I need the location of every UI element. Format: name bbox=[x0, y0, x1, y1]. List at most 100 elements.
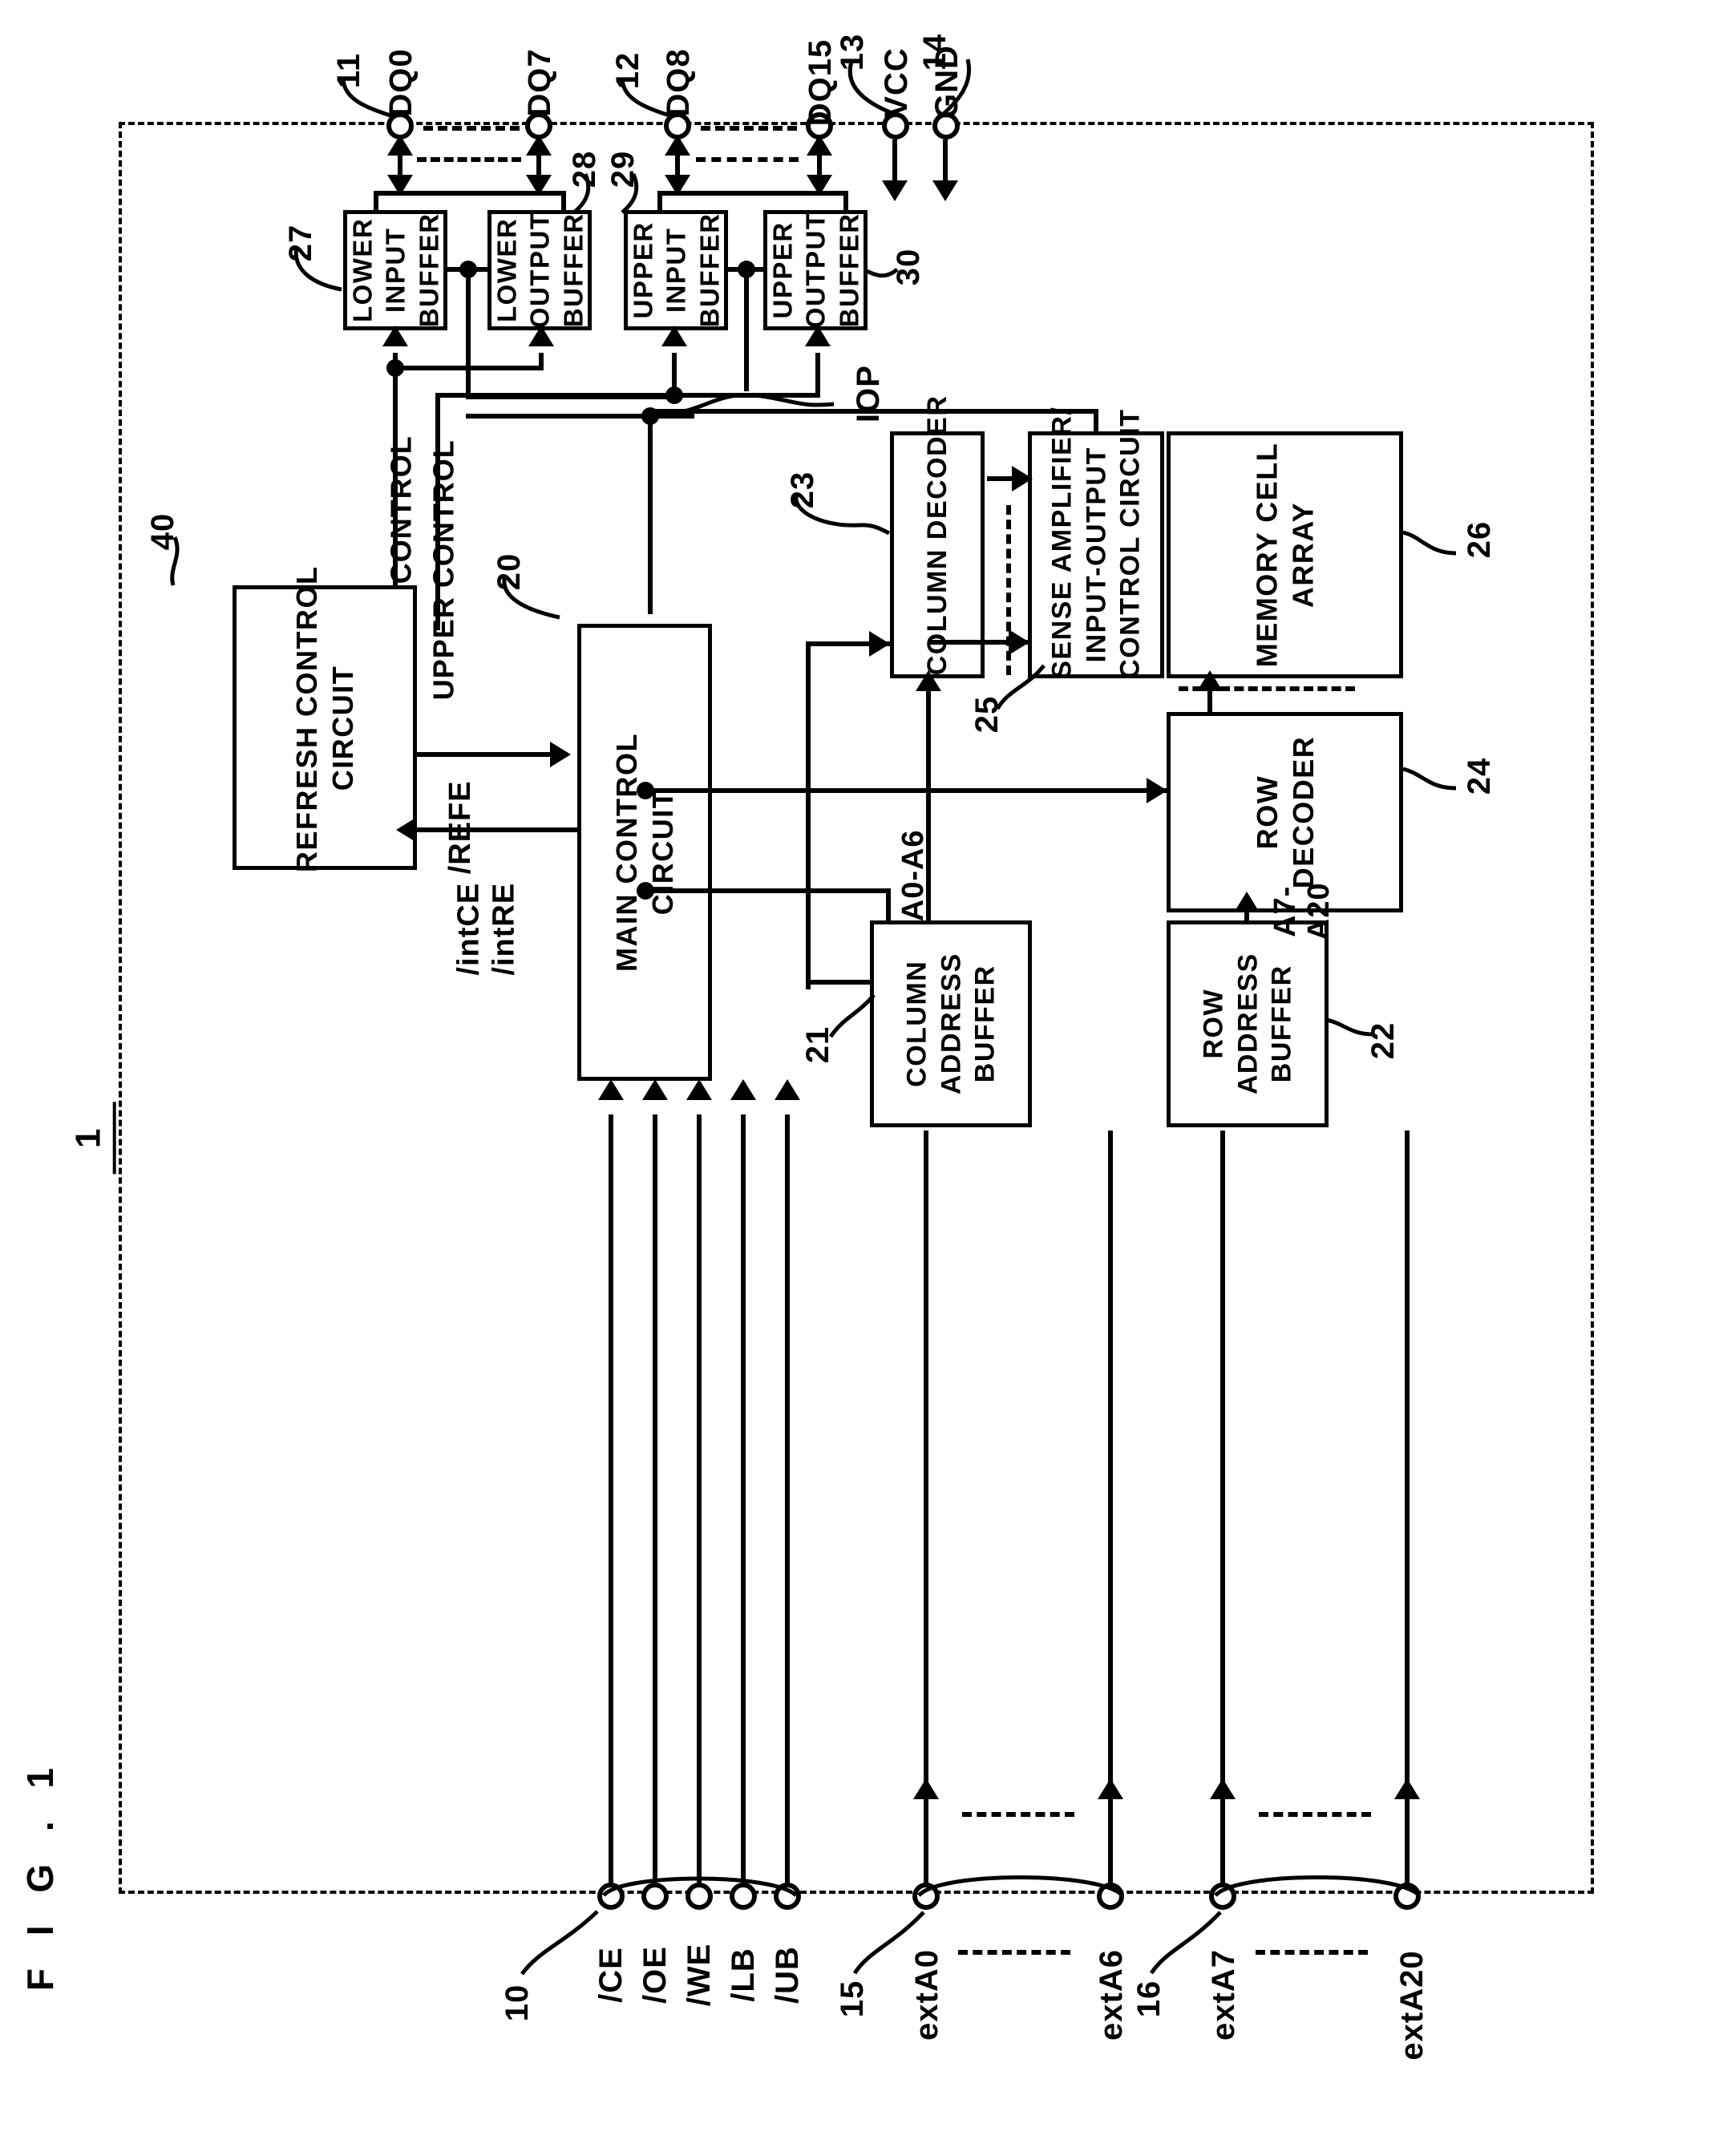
figure-title: F I G . 1 bbox=[19, 1756, 61, 1992]
row-addr-wires-ellipsis bbox=[1259, 1812, 1371, 1817]
block-sense-amplifier[interactable]: SENSE AMPLIFIER/ INPUT-OUTPUT CONTROL CI… bbox=[1028, 406, 1164, 679]
pin-oe-wire bbox=[653, 1114, 657, 1883]
control-pins-ref: 10 bbox=[500, 1984, 535, 2022]
pin-exta6-wire bbox=[1108, 1799, 1113, 1887]
block-column-address-buffer-label: COLUMN ADDRESS BUFFER bbox=[901, 953, 1001, 1095]
col-addr-bus-arc bbox=[917, 1875, 1124, 1897]
row-addr-bus-arc bbox=[1214, 1875, 1421, 1897]
iop-bus-to-sa-h bbox=[648, 409, 1097, 414]
coldec-to-sa-arrow bbox=[1012, 466, 1033, 491]
block-row-decoder-ref: 24 bbox=[1462, 757, 1497, 795]
iop-down bbox=[648, 414, 653, 614]
coladdr-pin6-wire bbox=[1108, 1131, 1113, 1801]
coldec-input-arrow bbox=[869, 631, 890, 657]
upper-dq-bus bbox=[657, 191, 848, 196]
block-column-address-buffer[interactable]: COLUMN ADDRESS BUFFER bbox=[870, 920, 1032, 1127]
leader-29 bbox=[621, 173, 639, 214]
pin-ub-wire bbox=[785, 1114, 790, 1883]
lower-dq-bus bbox=[374, 191, 566, 196]
dq7-arrow-up bbox=[526, 135, 552, 156]
block-upper-input-buffer[interactable]: UPPER INPUT BUFFER bbox=[624, 210, 728, 330]
leader-12 bbox=[620, 77, 673, 119]
leader-11 bbox=[341, 77, 394, 119]
leader-15 bbox=[852, 1911, 925, 1975]
leader-26 bbox=[1402, 530, 1457, 556]
pin-we-arrow bbox=[686, 1079, 712, 1100]
pin-dq7-label: DQ7 bbox=[522, 48, 557, 117]
block-refresh-control-circuit[interactable]: REFRESH CONTROL CIRCUIT bbox=[233, 565, 417, 872]
dq-lower-ellipsis-top bbox=[423, 126, 520, 131]
leader-40 bbox=[170, 536, 180, 586]
pin-oe-label: /OE bbox=[637, 1946, 673, 2004]
control-bus-arc bbox=[602, 1876, 798, 1897]
block-main-control-circuit[interactable]: MAIN CONTROL CIRCUIT bbox=[577, 624, 712, 1081]
refe-arrow bbox=[550, 742, 571, 767]
pin-ub-arrow bbox=[775, 1079, 800, 1100]
block-main-control-circuit-label: MAIN CONTROL CIRCUIT bbox=[610, 733, 679, 972]
coladdr-out-wire bbox=[926, 914, 931, 922]
dq-lower-ellipsis-mid bbox=[417, 157, 521, 162]
leader-14 bbox=[942, 59, 971, 115]
gnd-arrow bbox=[932, 180, 958, 201]
dq-upper-ellipsis-mid bbox=[696, 157, 799, 162]
refe-wire bbox=[417, 752, 553, 757]
block-upper-input-buffer-label: UPPER INPUT BUFFER bbox=[628, 212, 724, 328]
leader-16 bbox=[1149, 1911, 1222, 1975]
pin-lb-label: /LB bbox=[726, 1948, 761, 2002]
pin-exta0-wire bbox=[924, 1799, 928, 1887]
leader-24 bbox=[1402, 767, 1457, 791]
dq15-arrow-up bbox=[807, 135, 832, 156]
intce-arrow bbox=[396, 817, 417, 843]
signal-upper-control: UPPER CONTROL bbox=[427, 439, 460, 701]
dq0-arrow-up bbox=[387, 135, 413, 156]
leader-25 bbox=[995, 664, 1046, 710]
upper-out-ctrl-arrow bbox=[805, 326, 831, 346]
leader-28 bbox=[572, 173, 591, 214]
sa-input-arrow bbox=[1009, 629, 1029, 655]
pin-lb-arrow bbox=[730, 1079, 756, 1100]
gnd-wire bbox=[943, 140, 948, 184]
lower-io-down bbox=[466, 267, 471, 399]
block-refresh-control-circuit-label: REFRESH CONTROL CIRCUIT bbox=[290, 565, 359, 872]
block-lower-input-buffer[interactable]: LOWER INPUT BUFFER bbox=[343, 210, 447, 330]
pin-exta7-wire bbox=[1220, 1799, 1225, 1887]
figure-canvas: F I G . 1 1 DQ0 11 DQ7 DQ8 12 DQ15 VCC 1… bbox=[0, 0, 1719, 2156]
block-memory-cell-array-label: MEMORY CELL ARRAY bbox=[1250, 442, 1320, 668]
pin-ce-arrow bbox=[598, 1079, 624, 1100]
block-upper-output-buffer-label: UPPER OUTPUT BUFFER bbox=[767, 212, 864, 329]
dq8-arrow-up bbox=[665, 135, 690, 156]
block-upper-output-buffer[interactable]: UPPER OUTPUT BUFFER bbox=[763, 210, 868, 330]
dq-upper-ellipsis-top bbox=[701, 126, 797, 131]
row-addr-pin-ellipsis bbox=[1256, 1950, 1368, 1955]
rowdec-to-array-arrow bbox=[1197, 670, 1223, 691]
node-addr-a0a6 bbox=[637, 782, 654, 799]
a0a6-arrow bbox=[916, 670, 941, 691]
coladdr-pin0-wire bbox=[924, 1131, 928, 1801]
pin-exta20-wire bbox=[1405, 1799, 1410, 1887]
node-mainctrl-coladdr bbox=[637, 882, 654, 900]
vcc-wire bbox=[892, 140, 897, 184]
col-addr-wires-ellipsis bbox=[962, 1812, 1074, 1817]
block-lower-output-buffer[interactable]: LOWER OUTPUT BUFFER bbox=[487, 210, 592, 330]
block-sense-amplifier-label: SENSE AMPLIFIER/ INPUT-OUTPUT CONTROL CI… bbox=[1046, 406, 1146, 679]
block-memory-cell-array-ref: 26 bbox=[1462, 520, 1497, 559]
pin-lb-wire bbox=[741, 1114, 746, 1883]
signal-iop: IOP bbox=[851, 365, 886, 423]
leader-30 bbox=[865, 268, 899, 278]
block-lower-input-buffer-label: LOWER INPUT BUFFER bbox=[347, 212, 443, 328]
col-addr-pin-ellipsis bbox=[958, 1950, 1070, 1955]
leader-22 bbox=[1325, 1017, 1373, 1037]
iop-bus-h bbox=[466, 394, 669, 399]
pin-ub-label: /UB bbox=[770, 1946, 805, 2004]
a7a20-link-wire bbox=[1244, 912, 1249, 922]
pin-exta20-label: extA20 bbox=[1394, 1950, 1430, 2061]
rowaddr-pin20-wire bbox=[1405, 1131, 1410, 1801]
pin-exta6-label: extA6 bbox=[1094, 1949, 1129, 2041]
signal-intce-intre: /intCE /intRE bbox=[451, 882, 520, 976]
leader-13 bbox=[847, 59, 895, 116]
pin-oe-arrow bbox=[642, 1079, 668, 1100]
vcc-arrow bbox=[882, 180, 908, 201]
block-memory-cell-array[interactable]: MEMORY CELL ARRAY bbox=[1167, 431, 1403, 678]
mainctrl-to-rowdec-arrow bbox=[1147, 778, 1167, 803]
pin-we-label: /WE bbox=[682, 1943, 717, 2007]
